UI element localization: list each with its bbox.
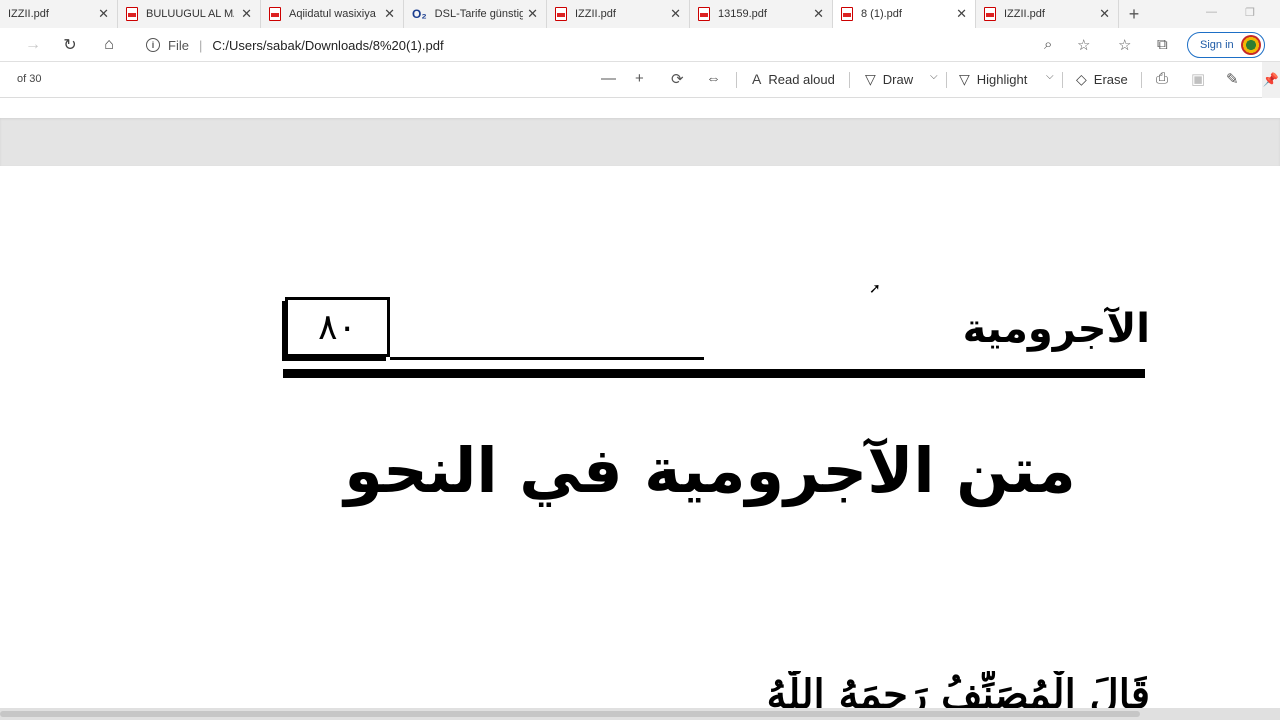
divider: [1062, 72, 1063, 88]
divider: |: [198, 37, 203, 53]
header-thin-rule: [390, 357, 704, 360]
print-icon[interactable]: ⎙: [1156, 70, 1168, 87]
pdf-icon: [984, 7, 996, 21]
favorite-star-icon[interactable]: ☆: [1077, 36, 1090, 54]
pin-toolbar-icon[interactable]: 📌: [1262, 62, 1280, 98]
info-icon[interactable]: i: [146, 38, 160, 52]
read-aloud-label: Read aloud: [768, 71, 835, 87]
divider: [849, 72, 850, 88]
fit-page-icon[interactable]: ⇔: [706, 70, 721, 87]
o2-icon: O₂: [412, 7, 427, 21]
tab-izzii-3[interactable]: IZZII.pdf ✕: [976, 0, 1119, 28]
pdf-icon: [698, 7, 710, 21]
page-gap: [0, 118, 1280, 166]
favorites-list-icon[interactable]: ☆: [1118, 36, 1131, 54]
highlight-icon: ▽: [959, 71, 970, 87]
pdf-toolbar: of 30 — + ⟳ ⇔ A Read aloud ▽ Draw ⌵ ▽ Hi…: [0, 62, 1280, 98]
mouse-cursor-icon: ➚: [869, 280, 881, 296]
sign-in-label: Sign in: [1200, 39, 1234, 51]
tab-13159[interactable]: 13159.pdf ✕: [690, 0, 833, 28]
avatar: [1241, 35, 1261, 55]
close-icon[interactable]: ✕: [98, 7, 109, 20]
header-thick-rule: [283, 369, 1145, 378]
url-field[interactable]: i File | C:/Users/sabak/Downloads/8%20(1…: [136, 32, 1106, 58]
tab-label: DSL-Tarife günstig: [434, 8, 523, 20]
scrollbar-thumb[interactable]: [0, 711, 1140, 717]
pdf-icon: [555, 7, 567, 21]
running-header: الآجرومية: [962, 306, 1150, 352]
page-count: of 30: [17, 73, 42, 85]
draw-button[interactable]: ▽ Draw: [865, 71, 913, 88]
address-bar: → ↻ ⌂ i File | C:/Users/sabak/Downloads/…: [0, 28, 1280, 62]
tab-label: 13159.pdf: [718, 8, 767, 20]
divider: [946, 72, 947, 88]
close-icon[interactable]: ✕: [813, 7, 824, 20]
chevron-down-icon[interactable]: ⌵: [930, 71, 938, 82]
tab-dsl-tarife[interactable]: O₂ DSL-Tarife günstig ✕: [404, 0, 547, 28]
zoom-icon[interactable]: ⌕: [1044, 36, 1052, 53]
draw-icon: ▽: [865, 71, 876, 87]
pdf-icon: [126, 7, 138, 21]
previous-page: [0, 98, 1280, 118]
save-icon[interactable]: ▣: [1191, 70, 1205, 88]
tab-label: BULUUGUL AL MAR: [146, 8, 234, 20]
read-aloud-icon: A: [752, 71, 762, 87]
tab-aqiidatul[interactable]: Aqiidatul wasixiya ✕: [261, 0, 404, 28]
refresh-icon[interactable]: ↻: [59, 34, 81, 56]
zoom-out-icon[interactable]: —: [601, 70, 616, 87]
pdf-icon: [269, 7, 281, 21]
chevron-down-icon[interactable]: ⌵: [1046, 71, 1054, 82]
erase-button[interactable]: ◇ Erase: [1076, 71, 1128, 88]
minimize-icon[interactable]: —: [1206, 6, 1217, 18]
page-number: ٨٠: [318, 306, 357, 348]
divider: [1141, 72, 1142, 88]
divider: [736, 72, 737, 88]
highlight-label: Highlight: [976, 72, 1028, 87]
close-icon[interactable]: ✕: [241, 7, 252, 20]
url-text[interactable]: C:/Users/sabak/Downloads/8%20(1).pdf: [212, 38, 443, 53]
zoom-in-icon[interactable]: +: [635, 70, 644, 87]
eraser-icon: ◇: [1076, 71, 1087, 87]
tab-label: Aqiidatul wasixiya: [289, 8, 376, 20]
rotate-icon[interactable]: ⟳: [671, 70, 684, 88]
pdf-icon: [841, 7, 853, 21]
save-as-icon[interactable]: ✎: [1226, 70, 1239, 88]
tab-8-1[interactable]: 8 (1).pdf ✕: [833, 0, 976, 28]
tab-label: 8 (1).pdf: [861, 8, 902, 20]
draw-label: Draw: [882, 72, 914, 87]
page-number-box: ٨٠: [285, 297, 390, 357]
tab-izzii-1[interactable]: IZZII.pdf ✕: [0, 0, 118, 28]
document-title: متن الآجرومية في النحو: [344, 434, 1076, 507]
close-icon[interactable]: ✕: [1099, 7, 1110, 20]
restore-icon[interactable]: ❐: [1245, 6, 1255, 19]
home-icon[interactable]: ⌂: [98, 34, 120, 56]
collections-icon[interactable]: ⧉: [1157, 36, 1168, 53]
file-label: File: [168, 37, 189, 53]
tab-strip: IZZII.pdf ✕ BULUUGUL AL MAR ✕ Aqiidatul …: [0, 0, 1280, 28]
close-icon[interactable]: ✕: [527, 7, 538, 20]
tab-label: IZZII.pdf: [8, 8, 49, 20]
erase-label: Erase: [1093, 72, 1128, 87]
close-icon[interactable]: ✕: [956, 7, 967, 20]
close-icon[interactable]: ✕: [384, 7, 395, 20]
close-icon[interactable]: ✕: [670, 7, 681, 20]
pdf-page: الآجرومية ٨٠ متن الآجرومية في النحو قَال…: [0, 166, 1280, 720]
highlight-button[interactable]: ▽ Highlight: [959, 71, 1027, 88]
tab-label: IZZII.pdf: [575, 8, 616, 20]
tab-izzii-2[interactable]: IZZII.pdf ✕: [547, 0, 690, 28]
pdf-viewer[interactable]: الآجرومية ٨٠ متن الآجرومية في النحو قَال…: [0, 98, 1280, 720]
read-aloud-button[interactable]: A Read aloud: [752, 71, 835, 87]
forward-icon[interactable]: →: [22, 34, 44, 56]
horizontal-scrollbar[interactable]: [0, 708, 1280, 720]
new-tab-button[interactable]: +: [1119, 0, 1149, 28]
tab-buluugul[interactable]: BULUUGUL AL MAR ✕: [118, 0, 261, 28]
sign-in-button[interactable]: Sign in: [1187, 32, 1265, 58]
tab-label: IZZII.pdf: [1004, 8, 1045, 20]
